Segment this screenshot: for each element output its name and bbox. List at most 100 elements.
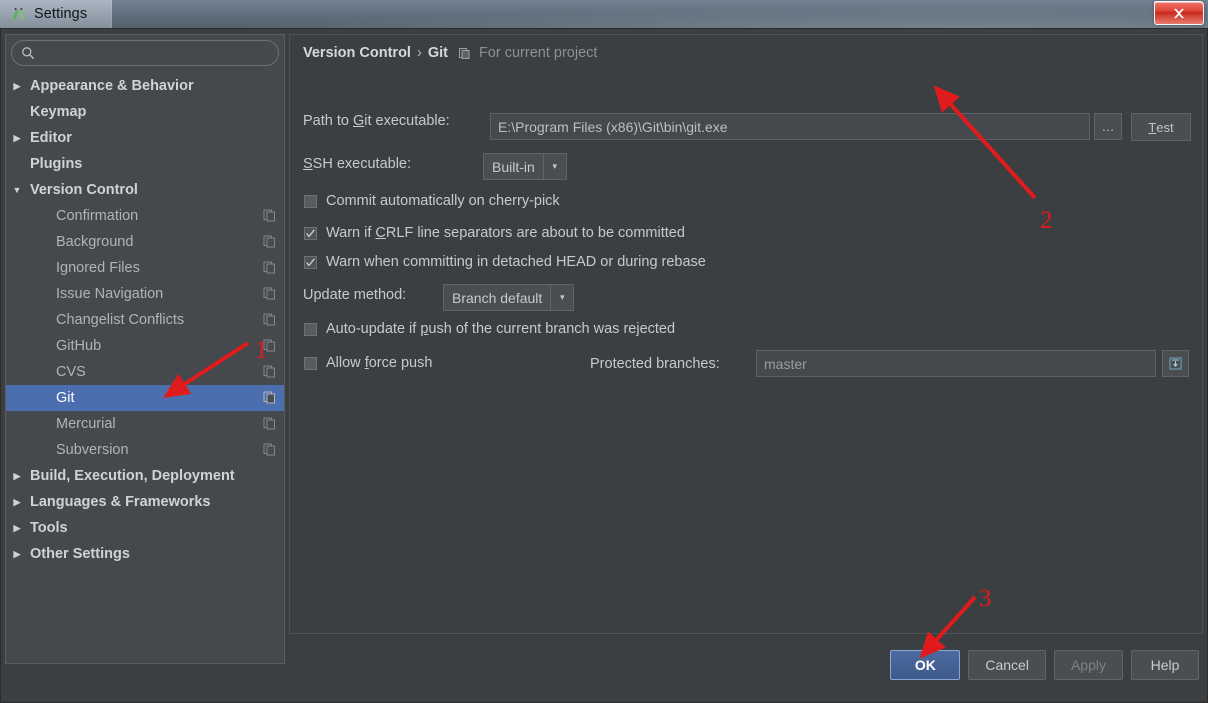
breadcrumb-separator: › xyxy=(416,45,422,61)
git-path-label: Path to Git executable: xyxy=(303,113,450,129)
sidebar-item-label: CVS xyxy=(56,364,86,380)
sidebar-item-version-control[interactable]: ▼ Version Control xyxy=(6,177,284,203)
checkbox-allow-force-push[interactable]: Allow force push xyxy=(304,355,432,371)
sidebar-item-languages-frameworks[interactable]: ▶ Languages & Frameworks xyxy=(6,489,284,515)
sidebar-item-github[interactable]: GitHub xyxy=(6,333,284,359)
annotation-number-3: 3 xyxy=(979,585,992,612)
update-method-row: Update method: xyxy=(303,287,406,303)
sidebar-item-background[interactable]: Background xyxy=(6,229,284,255)
sidebar-item-label: Appearance & Behavior xyxy=(30,78,194,94)
cancel-button[interactable]: Cancel xyxy=(968,650,1046,680)
dialog-button-bar: OK Cancel Apply Help xyxy=(890,650,1199,680)
sidebar-item-label: Ignored Files xyxy=(56,260,140,276)
expand-field-icon[interactable] xyxy=(1162,350,1189,377)
checkbox-warn-if-crlf[interactable]: Warn if CRLF line separators are about t… xyxy=(304,225,685,241)
chevron-right-icon[interactable]: ▶ xyxy=(6,523,28,534)
sidebar-item-label: Editor xyxy=(30,130,72,146)
chevron-down-icon: ▾ xyxy=(550,285,573,310)
project-scope-icon xyxy=(263,209,276,222)
chevron-right-icon[interactable]: ▶ xyxy=(6,133,28,144)
sidebar-item-other-settings[interactable]: ▶ Other Settings xyxy=(6,541,284,567)
annotation-number-1: 1 xyxy=(255,337,268,364)
checkbox-box xyxy=(304,255,317,269)
git-path-input[interactable] xyxy=(490,113,1090,140)
sidebar-item-label: Tools xyxy=(30,520,68,536)
search-field-wrap xyxy=(11,40,279,66)
sidebar-item-appearance-behavior[interactable]: ▶ Appearance & Behavior xyxy=(6,73,284,99)
sidebar-item-cvs[interactable]: CVS xyxy=(6,359,284,385)
checkbox-warn-detached-head[interactable]: Warn when committing in detached HEAD or… xyxy=(304,254,706,270)
titlebar-glass-sheen xyxy=(0,0,1208,28)
help-button[interactable]: Help xyxy=(1131,650,1199,680)
sidebar-item-label: Git xyxy=(56,390,75,406)
checkbox-commit-automatically-on-cherry-pick[interactable]: Commit automatically on cherry-pick xyxy=(304,193,560,209)
test-button[interactable]: Test xyxy=(1131,113,1191,141)
titlebar-label-group: Settings xyxy=(0,0,113,28)
checkbox-label: Auto-update if push of the current branc… xyxy=(326,321,676,337)
apply-button: Apply xyxy=(1053,650,1123,680)
breadcrumb-root[interactable]: Version Control xyxy=(303,45,411,61)
project-scope-icon xyxy=(263,391,276,404)
update-method-label: Update method: xyxy=(303,287,407,303)
sidebar-item-ignored-files[interactable]: Ignored Files xyxy=(6,255,284,281)
chevron-right-icon[interactable]: ▶ xyxy=(6,471,28,482)
protected-branches-label: Protected branches: xyxy=(590,356,720,372)
sidebar-item-label: Issue Navigation xyxy=(56,286,164,302)
sidebar-item-confirmation[interactable]: Confirmation xyxy=(6,203,284,229)
checkbox-label: Warn when committing in detached HEAD or… xyxy=(326,254,706,270)
project-scope-icon xyxy=(263,365,276,378)
git-path-row: Path to Git executable: xyxy=(303,113,488,129)
protected-branches-input[interactable] xyxy=(756,350,1156,377)
project-scope-icon xyxy=(263,235,276,248)
settings-dialog: ▶ Appearance & Behavior Keymap ▶ Editor Plu… xyxy=(0,28,1208,703)
sidebar-item-label: Plugins xyxy=(30,156,83,172)
window-title: Settings xyxy=(34,6,88,22)
sidebar-item-label: Changelist Conflicts xyxy=(56,312,185,328)
sidebar-item-changelist-conflicts[interactable]: Changelist Conflicts xyxy=(6,307,284,333)
sidebar-item-tools[interactable]: ▶ Tools xyxy=(6,515,284,541)
search-input[interactable] xyxy=(11,40,279,66)
breadcrumb-scope-note: For current project xyxy=(478,45,598,61)
sidebar-item-label: Keymap xyxy=(30,104,87,120)
dialog-footer: OK Cancel Apply Help xyxy=(1,636,1207,702)
checkbox-auto-update-on-reject[interactable]: Auto-update if push of the current branc… xyxy=(304,321,675,337)
sidebar-item-build-execution-deployment[interactable]: ▶ Build, Execution, Deployment xyxy=(6,463,284,489)
project-scope-icon xyxy=(263,287,276,300)
sidebar-item-git[interactable]: Git xyxy=(6,385,284,411)
sidebar-item-subversion[interactable]: Subversion xyxy=(6,437,284,463)
ssh-executable-combo[interactable]: Built-in ▾ xyxy=(483,153,567,180)
sidebar-item-issue-navigation[interactable]: Issue Navigation xyxy=(6,281,284,307)
git-path-browse-button[interactable]: … xyxy=(1094,113,1122,140)
sidebar-item-editor[interactable]: ▶ Editor xyxy=(6,125,284,151)
project-scope-icon xyxy=(263,417,276,430)
checkbox-box xyxy=(304,194,317,208)
sidebar-item-mercurial[interactable]: Mercurial xyxy=(6,411,284,437)
chevron-right-icon[interactable]: ▶ xyxy=(6,549,28,560)
sidebar-item-label: Other Settings xyxy=(30,546,130,562)
update-method-combo[interactable]: Branch default ▾ xyxy=(443,284,575,311)
settings-category-tree[interactable]: ▶ Appearance & Behavior Keymap ▶ Editor Plu… xyxy=(6,73,284,663)
chevron-down-icon[interactable]: ▼ xyxy=(6,185,28,195)
project-scope-icon xyxy=(263,313,276,326)
close-icon[interactable] xyxy=(1154,1,1204,25)
breadcrumb: Version Control › Git For current projec… xyxy=(303,45,597,61)
chevron-right-icon[interactable]: ▶ xyxy=(6,81,28,92)
ssh-label: SSH executable: xyxy=(303,156,412,172)
sidebar-item-label: Mercurial xyxy=(56,416,116,432)
sidebar-item-plugins[interactable]: Plugins xyxy=(6,151,284,177)
checkbox-box xyxy=(304,356,317,370)
checkbox-label: Warn if CRLF line separators are about t… xyxy=(326,225,685,241)
ok-button[interactable]: OK xyxy=(890,650,961,680)
sidebar-item-keymap[interactable]: Keymap xyxy=(6,99,284,125)
sidebar-item-label: Confirmation xyxy=(56,208,139,224)
chevron-right-icon[interactable]: ▶ xyxy=(6,497,28,508)
